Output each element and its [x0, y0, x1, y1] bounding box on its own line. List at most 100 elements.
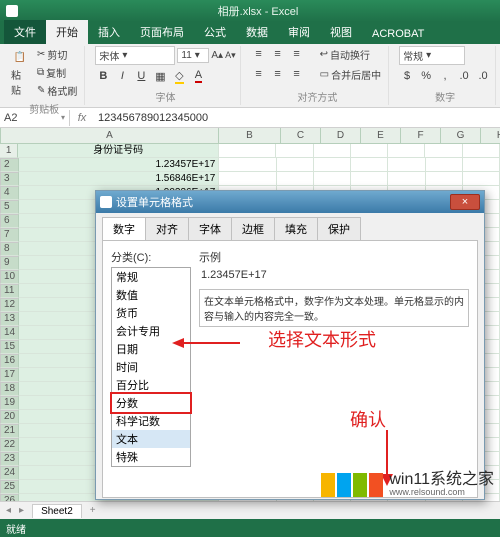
row-header[interactable]: 2 — [0, 158, 19, 172]
cell[interactable]: 1.56846E+17 — [19, 172, 219, 186]
column-header[interactable]: E — [361, 128, 401, 144]
merge-center-button[interactable]: ▭合并后居中 — [317, 66, 384, 83]
column-header[interactable]: D — [321, 128, 361, 144]
cell[interactable] — [388, 144, 425, 158]
align-middle-button[interactable]: ≡ — [270, 46, 286, 62]
format-painter-button[interactable]: ✎格式刷 — [34, 82, 80, 99]
cut-button[interactable]: ✂剪切 — [34, 46, 80, 63]
font-size-select[interactable]: 11▾ — [177, 48, 209, 63]
cell[interactable] — [388, 158, 425, 172]
category-item[interactable]: 数值 — [112, 286, 190, 304]
font-name-select[interactable]: 宋体▾ — [95, 46, 175, 65]
cell[interactable] — [351, 144, 388, 158]
formula-bar-value[interactable]: 123456789012345000 — [94, 110, 212, 126]
tab-开始[interactable]: 开始 — [46, 20, 88, 44]
cell[interactable] — [351, 172, 388, 186]
cell[interactable] — [314, 144, 351, 158]
sheet-nav-next-icon[interactable]: ▸ — [19, 505, 24, 516]
dialog-close-button[interactable]: × — [450, 194, 480, 210]
row-header[interactable]: 12 — [0, 298, 19, 312]
currency-button[interactable]: $ — [399, 68, 415, 84]
row-header[interactable]: 9 — [0, 256, 19, 270]
row-header[interactable]: 13 — [0, 312, 19, 326]
category-item[interactable]: 文本 — [112, 430, 190, 448]
category-item[interactable]: 货币 — [112, 304, 190, 322]
name-box[interactable]: A2 ▾ — [0, 110, 70, 126]
row-header[interactable]: 1 — [0, 144, 18, 158]
align-top-button[interactable]: ≡ — [251, 46, 267, 62]
cell[interactable] — [277, 172, 314, 186]
fx-icon[interactable]: fx — [70, 112, 94, 124]
category-item[interactable]: 特殊 — [112, 448, 190, 466]
tab-公式[interactable]: 公式 — [194, 20, 236, 44]
cell[interactable] — [463, 172, 500, 186]
category-item[interactable]: 会计专用 — [112, 322, 190, 340]
category-item[interactable]: 百分比 — [112, 376, 190, 394]
row-header[interactable]: 18 — [0, 382, 19, 396]
cell[interactable] — [219, 144, 276, 158]
number-format-select[interactable]: 常规▾ — [399, 46, 465, 65]
category-item[interactable]: 自定义 — [112, 466, 190, 467]
tab-审阅[interactable]: 审阅 — [278, 20, 320, 44]
align-right-button[interactable]: ≡ — [289, 66, 305, 82]
align-center-button[interactable]: ≡ — [270, 66, 286, 82]
column-header[interactable]: C — [281, 128, 321, 144]
paste-button[interactable]: 📋 粘贴 — [8, 46, 32, 99]
dialog-tab-字体[interactable]: 字体 — [188, 217, 232, 240]
tab-页面布局[interactable]: 页面布局 — [130, 20, 194, 44]
dialog-titlebar[interactable]: 设置单元格格式 × — [96, 191, 484, 213]
cell[interactable] — [314, 158, 351, 172]
column-header[interactable]: F — [401, 128, 441, 144]
dialog-tab-对齐[interactable]: 对齐 — [145, 217, 189, 240]
row-header[interactable]: 14 — [0, 326, 19, 340]
row-header[interactable]: 21 — [0, 424, 19, 438]
fill-color-button[interactable]: ◇ — [171, 68, 187, 84]
comma-button[interactable]: , — [437, 68, 453, 84]
row-header[interactable]: 16 — [0, 354, 19, 368]
bold-button[interactable]: B — [95, 68, 111, 84]
cell[interactable] — [426, 172, 463, 186]
decrease-font-icon[interactable]: A▾ — [225, 50, 236, 61]
dialog-tab-保护[interactable]: 保护 — [317, 217, 361, 240]
category-item[interactable]: 时间 — [112, 358, 190, 376]
cell[interactable] — [276, 144, 313, 158]
border-button[interactable]: ▦ — [152, 68, 168, 84]
row-header[interactable]: 3 — [0, 172, 19, 186]
column-header[interactable]: A — [1, 128, 219, 144]
cell[interactable] — [463, 158, 500, 172]
cell[interactable] — [314, 172, 351, 186]
align-left-button[interactable]: ≡ — [251, 66, 267, 82]
category-listbox[interactable]: 常规数值货币会计专用日期时间百分比分数科学记数文本特殊自定义 — [111, 267, 191, 467]
copy-button[interactable]: ⧉复制 — [34, 64, 80, 81]
align-bottom-button[interactable]: ≡ — [289, 46, 305, 62]
row-header[interactable]: 17 — [0, 368, 19, 382]
row-header[interactable]: 15 — [0, 340, 19, 354]
increase-decimal-button[interactable]: .0 — [456, 68, 472, 84]
increase-font-icon[interactable]: A▴ — [211, 50, 223, 61]
row-header[interactable]: 25 — [0, 480, 19, 494]
column-header[interactable]: B — [219, 128, 281, 144]
font-color-button[interactable]: A — [190, 68, 206, 84]
row-header[interactable]: 7 — [0, 228, 19, 242]
dialog-tab-填充[interactable]: 填充 — [274, 217, 318, 240]
cell[interactable] — [351, 158, 388, 172]
cell[interactable] — [388, 172, 425, 186]
column-header[interactable]: G — [441, 128, 481, 144]
row-header[interactable]: 24 — [0, 466, 19, 480]
underline-button[interactable]: U — [133, 68, 149, 84]
decrease-decimal-button[interactable]: .0 — [475, 68, 491, 84]
category-item[interactable]: 日期 — [112, 340, 190, 358]
row-header[interactable]: 19 — [0, 396, 19, 410]
cell[interactable]: 1.23457E+17 — [19, 158, 219, 172]
tab-数据[interactable]: 数据 — [236, 20, 278, 44]
add-sheet-button[interactable]: + — [90, 505, 96, 516]
percent-button[interactable]: % — [418, 68, 434, 84]
sheet-nav-prev-icon[interactable]: ◂ — [6, 505, 11, 516]
dialog-tab-数字[interactable]: 数字 — [102, 217, 146, 240]
row-header[interactable]: 6 — [0, 214, 19, 228]
cell[interactable] — [219, 158, 276, 172]
cell[interactable] — [426, 158, 463, 172]
row-header[interactable]: 5 — [0, 200, 19, 214]
row-header[interactable]: 11 — [0, 284, 19, 298]
category-item[interactable]: 常规 — [112, 268, 190, 286]
